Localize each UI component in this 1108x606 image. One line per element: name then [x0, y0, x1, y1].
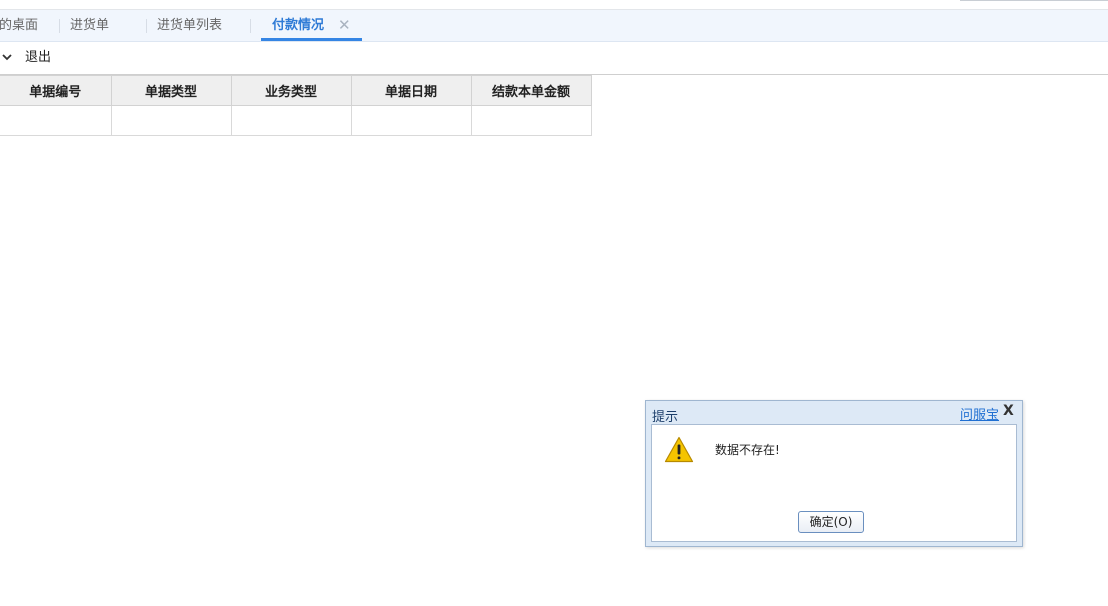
help-link[interactable]: 问服宝	[960, 404, 999, 423]
tab-close-icon[interactable]: ✕	[338, 10, 351, 41]
tab-purchase-order[interactable]: 进货单	[70, 10, 109, 41]
column-header-doc-number[interactable]: 单据编号	[0, 75, 112, 106]
table-cell[interactable]	[350, 105, 472, 136]
ok-button[interactable]: 确定(O)	[798, 511, 864, 533]
active-tab-underline	[261, 38, 362, 41]
tab-payment-status-label: 付款情况	[272, 18, 325, 33]
table-cell[interactable]	[230, 105, 352, 136]
table-cell[interactable]	[470, 105, 592, 136]
dialog-message: 数据不存在!	[715, 443, 780, 457]
column-header-doc-date[interactable]: 单据日期	[350, 75, 472, 106]
tab-purchase-order-list[interactable]: 进货单列表	[157, 10, 222, 41]
chevron-down-icon[interactable]	[0, 50, 14, 64]
column-header-settled-amount[interactable]: 结款本单金额	[470, 75, 592, 106]
toolbar: 退出	[0, 42, 1108, 75]
tab-separator	[146, 19, 147, 33]
tab-bar: 我的桌面 进货单 进货单列表 付款情况 ✕	[0, 10, 1108, 42]
tab-separator	[59, 19, 60, 33]
tab-payment-status[interactable]: 付款情况 ✕	[261, 10, 362, 41]
warning-icon	[664, 436, 694, 463]
alert-dialog: 提示 问服宝 X 数据不存在! 确定(O)	[645, 400, 1023, 547]
payment-table: 单据编号 单据类型 业务类型 单据日期 结款本单金额	[0, 75, 592, 136]
dialog-title: 提示	[652, 410, 679, 425]
window-top-edge	[0, 0, 1108, 10]
exit-button[interactable]: 退出	[25, 42, 51, 74]
table-row[interactable]	[0, 105, 592, 136]
top-edge-scrap	[960, 0, 1108, 1]
table-cell[interactable]	[110, 105, 232, 136]
table-cell[interactable]	[0, 105, 112, 136]
dialog-close-icon[interactable]: X	[1003, 403, 1014, 419]
tab-separator	[250, 19, 251, 33]
column-header-business-type[interactable]: 业务类型	[230, 75, 352, 106]
column-header-doc-type[interactable]: 单据类型	[110, 75, 232, 106]
tab-my-desktop[interactable]: 我的桌面	[0, 10, 38, 41]
table-header-row: 单据编号 单据类型 业务类型 单据日期 结款本单金额	[0, 75, 592, 106]
dialog-body: 数据不存在! 确定(O)	[651, 424, 1017, 542]
